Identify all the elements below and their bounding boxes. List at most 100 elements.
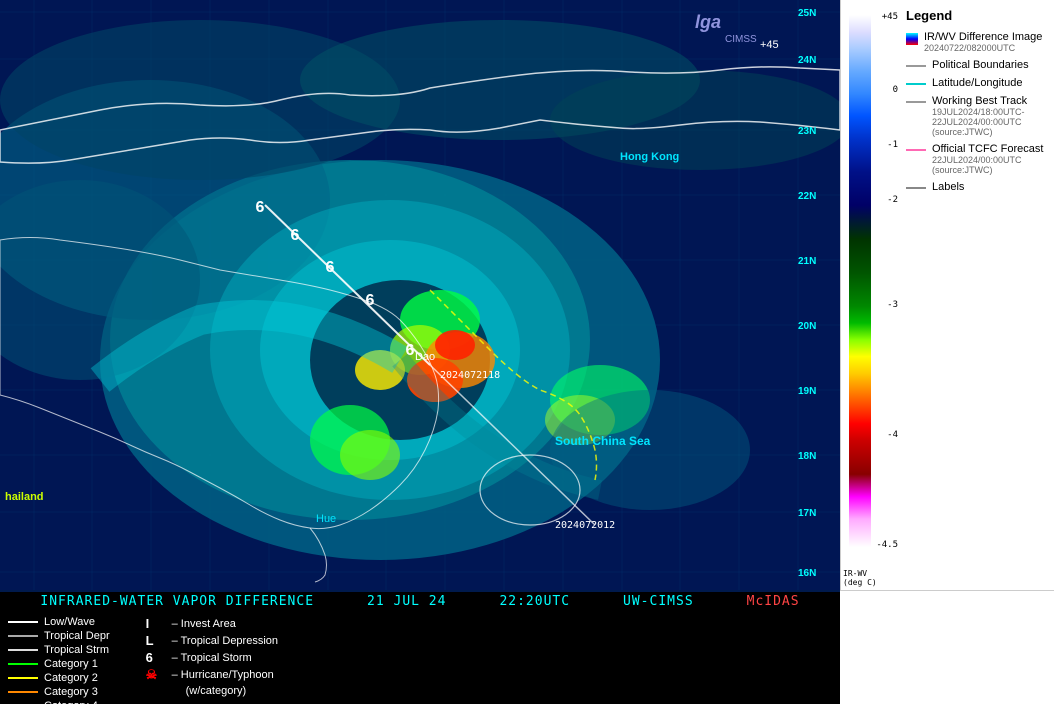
svg-text:lga: lga (695, 12, 721, 32)
legend-item-cat4: Category 4 (8, 700, 110, 704)
scale-top-label: +45 (882, 12, 898, 22)
legend-item-cat1: Category 1 (8, 658, 110, 670)
svg-text:24N: 24N (798, 55, 816, 66)
tcfc-line (906, 149, 926, 151)
political-label: Political Boundaries (932, 59, 1029, 71)
scale-unit-label: IR-WV(deg C) (843, 569, 877, 588)
scale-neg2-label: -2 (887, 195, 898, 205)
legend-item-cat3: Category 3 (8, 686, 110, 698)
legend-ir-item: IR/WV Difference Image 20240722/082000UT… (906, 31, 1048, 53)
svg-text:16N: 16N (798, 568, 816, 579)
ts-line (8, 649, 38, 651)
right-panel: +45 0 -1 -2 -3 -4 -4.5 IR-WV(deg C) Lege… (840, 0, 1054, 704)
legend-besttrack-item: Working Best Track 19JUL2024/18:00UTC- 2… (906, 95, 1048, 137)
ir-color-swatch (906, 33, 918, 45)
besttrack-date1: 19JUL2024/18:00UTC- (932, 107, 1048, 117)
date-text: 21 JUL 24 (367, 594, 446, 609)
legend-latlon-item: Latitude/Longitude (906, 77, 1048, 89)
svg-text:18N: 18N (798, 451, 816, 462)
besttrack-label: Working Best Track (932, 95, 1048, 107)
political-line (906, 65, 926, 67)
labels-label: Labels (932, 181, 964, 193)
legend-invest: I – Invest Area (146, 616, 278, 631)
main-container: 6 6 6 6 6 Hong Kong South China Sea Hue … (0, 0, 1054, 704)
color-bar (849, 15, 871, 575)
right-panel-inner: +45 0 -1 -2 -3 -4 -4.5 IR-WV(deg C) Lege… (840, 0, 1054, 590)
scale-neg3-label: -3 (887, 300, 898, 310)
besttrack-line (906, 101, 926, 103)
td-label: Tropical Depr (44, 630, 110, 642)
cat4-label: Category 4 (44, 700, 98, 704)
time-text: 22:20UTC (499, 594, 570, 609)
td-symbol: L (146, 633, 166, 648)
infrared-label: INFRARED-WATER VAPOR DIFFERENCE 21 JUL 2… (0, 594, 840, 609)
ts-symbol-label: – Tropical Storm (172, 652, 252, 664)
scale-0-label: 0 (893, 85, 898, 95)
hurricane-symbol: ☠ (146, 667, 166, 683)
svg-text:23N: 23N (798, 126, 816, 137)
low-wave-line (8, 621, 38, 623)
ts-symbol: 6 (146, 650, 166, 665)
low-wave-label: Low/Wave (44, 616, 95, 628)
text-legend-area: Legend IR/WV Difference Image 20240722/0… (900, 0, 1054, 590)
svg-text:hailand: hailand (5, 491, 44, 503)
ts-label: Tropical Strm (44, 644, 109, 656)
svg-text:6: 6 (366, 292, 375, 309)
td-symbol-label: – Tropical Depression (172, 635, 278, 647)
labels-line (906, 187, 926, 189)
legend-item-ts: Tropical Strm (8, 644, 110, 656)
tcfc-date: 22JUL2024/00:00UTC (source:JTWC) (932, 155, 1048, 175)
svg-text:+45: +45 (760, 39, 779, 51)
cat1-label: Category 1 (44, 658, 98, 670)
svg-text:6: 6 (326, 259, 335, 276)
scale-neg4-label: -4 (887, 430, 898, 440)
bottom-right-panel (840, 590, 1054, 704)
svg-text:19N: 19N (798, 386, 816, 397)
color-scale-area: +45 0 -1 -2 -3 -4 -4.5 IR-WV(deg C) (840, 0, 900, 590)
bottom-bar: INFRARED-WATER VAPOR DIFFERENCE 21 JUL 2… (0, 592, 840, 704)
legend-labels-item: Labels (906, 181, 1048, 193)
legend-title: Legend (906, 8, 1048, 23)
legend-political-item: Political Boundaries (906, 59, 1048, 71)
hurricane-label: – Hurricane/Typhoon (172, 669, 274, 681)
ir-timestamp: 20240722/082000UTC (924, 43, 1042, 53)
svg-text:6: 6 (406, 342, 415, 359)
svg-text:21N: 21N (798, 256, 816, 267)
ir-label: IR/WV Difference Image (924, 31, 1042, 43)
tcfc-label: Official TCFC Forecast (932, 143, 1048, 155)
besttrack-date2: 22JUL2024/00:00UTC (source:JTWC) (932, 117, 1048, 137)
cat2-label: Category 2 (44, 672, 98, 684)
svg-text:2024072118: 2024072118 (440, 370, 500, 381)
source-text: UW-CIMSS (623, 594, 694, 609)
svg-text:6: 6 (291, 227, 300, 244)
track-legend-col: Low/Wave Tropical Depr Tropical Strm Cat… (0, 612, 118, 704)
svg-text:22N: 22N (798, 191, 816, 202)
legend-tcfc-item: Official TCFC Forecast 22JUL2024/00:00UT… (906, 143, 1048, 175)
cat2-line (8, 677, 38, 679)
svg-text:CIMSS: CIMSS (725, 34, 757, 45)
svg-text:South China Sea: South China Sea (555, 434, 651, 448)
svg-text:20N: 20N (798, 321, 816, 332)
legend-td-symbol: L – Tropical Depression (146, 633, 278, 648)
bottom-legend: Low/Wave Tropical Depr Tropical Strm Cat… (0, 612, 840, 704)
software-text: McIDAS (747, 594, 800, 609)
svg-text:6: 6 (256, 199, 265, 216)
legend-item-cat2: Category 2 (8, 672, 110, 684)
latlon-line (906, 83, 926, 85)
hurricane-sub-label: (w/category) (172, 685, 247, 697)
cat3-label: Category 3 (44, 686, 98, 698)
svg-text:17N: 17N (798, 508, 816, 519)
scale-neg1-label: -1 (887, 140, 898, 150)
legend-ts-symbol: 6 – Tropical Storm (146, 650, 278, 665)
svg-text:Hong Kong: Hong Kong (620, 151, 679, 163)
symbol-legend-col: I – Invest Area L – Tropical Depression … (138, 612, 286, 704)
legend-item-lowwave: Low/Wave (8, 616, 110, 628)
scale-neg45-label: -4.5 (876, 540, 898, 550)
td-line (8, 635, 38, 637)
cat1-line (8, 663, 38, 665)
invest-label: – Invest Area (172, 618, 236, 630)
invest-symbol: I (146, 616, 166, 631)
legend-hurricane-symbol: ☠ – Hurricane/Typhoon (146, 667, 278, 683)
latlon-label: Latitude/Longitude (932, 77, 1023, 89)
svg-text:2024072012: 2024072012 (555, 520, 615, 531)
